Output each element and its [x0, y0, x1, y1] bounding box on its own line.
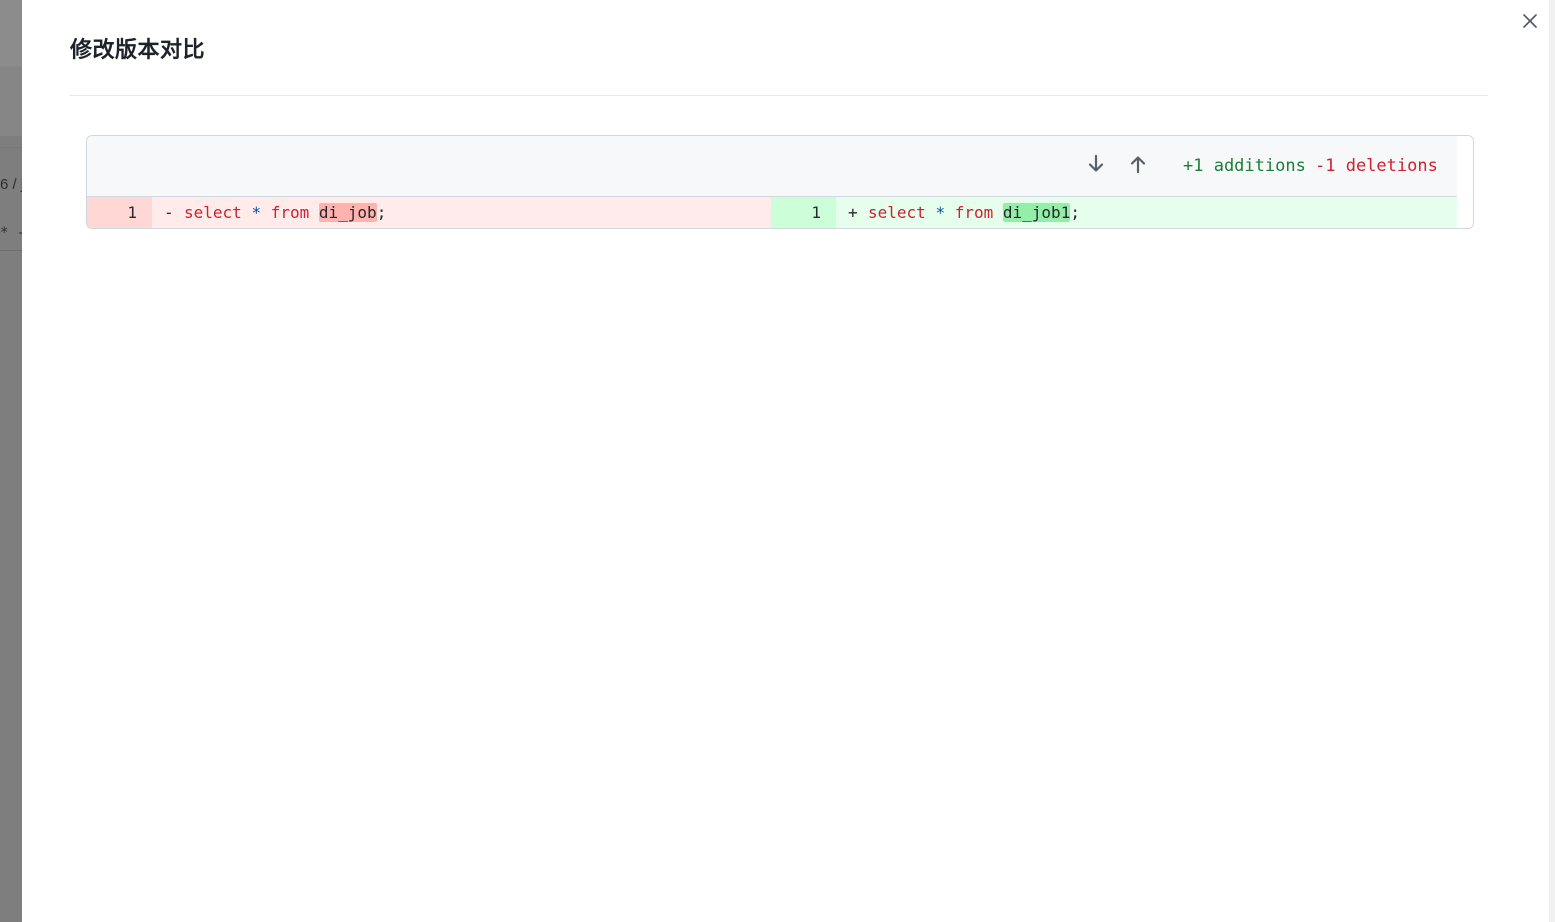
diff-viewer: +1 additions -1 deletions 1 - select * fr…: [86, 135, 1474, 229]
new-line-number: 1: [771, 197, 836, 228]
arrow-down-icon: [1088, 154, 1104, 172]
sql-keyword: select: [868, 203, 926, 222]
old-line-number: 1: [87, 197, 152, 228]
background-topbar: [0, 0, 22, 67]
sql-keyword: from: [270, 203, 310, 222]
sql-keyword: from: [954, 203, 994, 222]
arrow-up-icon: [1130, 156, 1146, 174]
background-breadcrumb: 6 / j: [0, 176, 25, 193]
sql-wildcard: *: [935, 203, 946, 222]
deletions-count: -1 deletions: [1315, 156, 1438, 176]
sql-keyword: select: [184, 203, 242, 222]
old-code-line: - select * from di_job;: [152, 197, 771, 228]
close-icon: [1523, 14, 1537, 28]
close-button[interactable]: [1519, 10, 1541, 32]
background-app: 6 / j * -: [0, 0, 25, 922]
addition-marker: +: [848, 203, 858, 222]
removed-table-name: di_job: [318, 203, 377, 222]
deletion-marker: -: [164, 203, 174, 222]
additions-count: +1 additions: [1183, 156, 1306, 176]
diff-row: 1 - select * from di_job; 1 + select * fro…: [87, 197, 1457, 228]
diff-scroll-gutter: [1457, 136, 1473, 228]
new-code-line: + select * from di_job1;: [836, 197, 1457, 228]
sql-terminator: ;: [1070, 203, 1080, 222]
scrollbar-track[interactable]: [1549, 0, 1555, 922]
drawer-title: 修改版本对比: [70, 38, 206, 63]
background-divider-2: [0, 250, 22, 251]
background-divider: [0, 147, 22, 148]
sql-wildcard: *: [251, 203, 262, 222]
background-panel: [0, 66, 22, 136]
sql-terminator: ;: [376, 203, 387, 222]
added-table-name: di_job1: [1002, 203, 1071, 222]
prev-change-button[interactable]: [1129, 154, 1147, 174]
title-divider: [70, 95, 1488, 96]
next-change-button[interactable]: [1087, 154, 1105, 174]
diff-header: +1 additions -1 deletions: [87, 136, 1457, 197]
version-compare-drawer: 修改版本对比 +1 additions -1 deletions 1 - sele…: [22, 0, 1549, 922]
